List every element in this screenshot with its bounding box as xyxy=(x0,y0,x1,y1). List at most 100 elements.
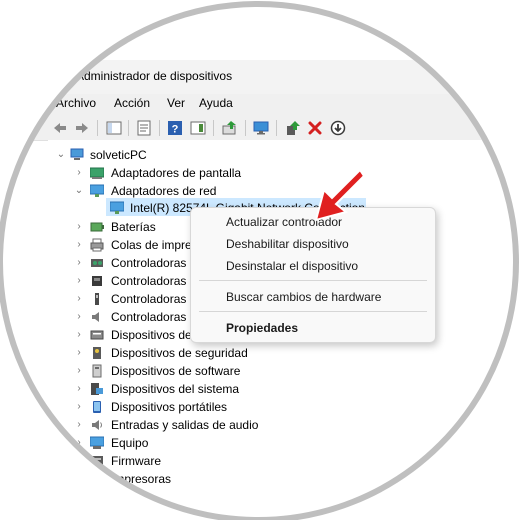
system-device-icon xyxy=(90,382,104,396)
usb-icon xyxy=(90,274,104,288)
toolbar-separator xyxy=(128,120,129,136)
menu-accion[interactable]: Acción xyxy=(114,96,150,110)
chevron-right-icon[interactable]: › xyxy=(74,398,84,416)
tree-item-label: Firmware xyxy=(111,454,161,468)
tree-item[interactable]: › Dispositivos de software xyxy=(74,362,314,380)
computer-icon xyxy=(70,148,84,162)
menu-item-uninstall-device[interactable]: Desinstalar el dispositivo xyxy=(226,259,358,273)
chevron-right-icon[interactable]: › xyxy=(74,308,84,326)
console-view-icon[interactable] xyxy=(190,120,206,136)
menu-archivo[interactable]: Archivo xyxy=(56,96,96,110)
tree-item[interactable]: › Dispositivos de interfaz humana xyxy=(74,326,190,344)
computer-icon xyxy=(89,436,105,450)
network-adapter-icon xyxy=(89,184,105,198)
uninstall-icon[interactable] xyxy=(307,120,323,136)
menu-item-scan-hardware[interactable]: Buscar cambios de hardware xyxy=(226,290,381,304)
chevron-right-icon[interactable]: › xyxy=(74,164,84,182)
toolbar-separator xyxy=(159,120,160,136)
chevron-down-icon[interactable]: ⌄ xyxy=(56,146,66,164)
tree-item-label: Adaptadores de red xyxy=(111,184,217,198)
tree-item-label: Colas de impresión xyxy=(111,238,190,252)
tree-item-label: Entradas y salidas de audio xyxy=(111,418,259,432)
chevron-right-icon[interactable]: › xyxy=(74,380,84,398)
audio-io-icon xyxy=(90,418,104,432)
tree-item-label: Dispositivos de software xyxy=(111,364,241,378)
tree-item-label: Dispositivos de interfaz humana xyxy=(111,328,190,342)
display-adapter-icon xyxy=(89,166,105,180)
security-device-icon xyxy=(90,346,104,360)
scan-hardware-icon[interactable] xyxy=(253,120,269,136)
svg-text:?: ? xyxy=(172,124,179,136)
tree-root[interactable]: ⌄ solveticPC xyxy=(56,146,256,164)
tree-item[interactable]: › Colas de impresión xyxy=(74,236,190,254)
screenshot-stage: Administrador de dispositivos Archivo Ac… xyxy=(0,0,520,520)
software-device-icon xyxy=(90,364,104,378)
back-icon[interactable] xyxy=(52,120,68,136)
toolbar-separator xyxy=(245,120,246,136)
tree-item[interactable]: › Adaptadores de pantalla xyxy=(74,164,314,182)
firmware-icon xyxy=(90,454,104,468)
menu-ayuda[interactable]: Ayuda xyxy=(199,96,233,110)
battery-icon xyxy=(90,220,104,234)
menu-item-properties[interactable]: Propiedades xyxy=(226,321,298,335)
chevron-right-icon[interactable]: › xyxy=(74,236,84,254)
toolbar-separator xyxy=(276,120,277,136)
tree-item-label: Controladoras de bus serie universal xyxy=(111,274,190,288)
tree-item-label: Dispositivos del sistema xyxy=(111,382,240,396)
tree-item-label: Dispositivos de seguridad xyxy=(111,346,248,360)
tree-item-label: Dispositivos portátiles xyxy=(111,400,228,414)
tree-item[interactable]: › Controladoras de audio, vídeo y juegos xyxy=(74,254,190,272)
audio-controller-icon xyxy=(90,256,104,270)
chevron-right-icon[interactable]: › xyxy=(74,452,84,470)
show-hide-tree-icon[interactable] xyxy=(106,120,122,136)
enable-device-icon[interactable] xyxy=(285,120,301,136)
tree-item-label: Controladoras de audio, vídeo y juegos xyxy=(111,256,190,270)
tree-item[interactable]: › Controladoras de almacenamiento xyxy=(74,290,190,308)
chevron-down-icon[interactable]: ⌄ xyxy=(74,182,84,200)
properties-icon[interactable] xyxy=(136,120,152,136)
help-icon[interactable]: ? xyxy=(167,120,183,136)
tree-item-label: Impresoras xyxy=(111,472,172,486)
chevron-right-icon[interactable]: › xyxy=(74,326,84,344)
window-title: Administrador de dispositivos xyxy=(76,69,233,83)
chevron-right-icon[interactable]: › xyxy=(74,416,84,434)
chevron-right-icon[interactable]: › xyxy=(74,470,84,488)
chevron-right-icon[interactable]: › xyxy=(74,434,84,452)
tree-item-label: Baterías xyxy=(111,220,156,234)
tree-item[interactable]: › Controladoras de bus serie universal xyxy=(74,272,190,290)
tree-item[interactable]: › Impresoras xyxy=(74,470,314,488)
menu-item-disable-device[interactable]: Deshabilitar dispositivo xyxy=(226,237,349,251)
chevron-right-icon[interactable]: › xyxy=(74,254,84,272)
chevron-right-icon[interactable]: › xyxy=(74,218,84,236)
hid-icon xyxy=(90,328,104,342)
chevron-right-icon[interactable]: › xyxy=(74,272,84,290)
chevron-right-icon[interactable]: › xyxy=(74,362,84,380)
update-driver-icon[interactable] xyxy=(222,120,238,136)
red-arrow-icon xyxy=(314,168,366,222)
tree-item[interactable]: › Dispositivos del sistema xyxy=(74,380,314,398)
tree-item[interactable]: ⌄ Adaptadores de red xyxy=(74,182,314,200)
context-menu: Actualizar controlador Deshabilitar disp… xyxy=(190,207,436,343)
tree-item-label: Controladoras de almacenamiento xyxy=(111,292,190,306)
tree-item[interactable]: › Equipo xyxy=(74,434,314,452)
menu-ver[interactable]: Ver xyxy=(167,96,185,110)
tree-item[interactable]: › Firmware xyxy=(74,452,314,470)
tree-item[interactable]: › Baterías xyxy=(74,218,194,236)
storage-controller-icon xyxy=(90,292,104,306)
tree-item[interactable]: › Dispositivos portátiles xyxy=(74,398,314,416)
chevron-right-icon[interactable]: › xyxy=(74,344,84,362)
toolbar-separator xyxy=(97,120,98,136)
tree-item[interactable]: › Entradas y salidas de audio xyxy=(74,416,314,434)
printer-queue-icon xyxy=(90,238,104,252)
tree-item[interactable]: › Dispositivos de seguridad xyxy=(74,344,314,362)
menu-separator xyxy=(199,311,427,312)
chevron-right-icon[interactable]: › xyxy=(74,290,84,308)
tree-item[interactable]: › Controladoras de sonido xyxy=(74,308,190,326)
tree-root-label: solveticPC xyxy=(90,148,147,162)
toolbar-separator xyxy=(213,120,214,136)
network-adapter-icon xyxy=(109,201,125,215)
forward-icon[interactable] xyxy=(74,120,90,136)
menu-separator xyxy=(199,280,427,281)
device-manager-window: Administrador de dispositivos Archivo Ac… xyxy=(0,0,520,520)
disable-device-icon[interactable] xyxy=(330,120,346,136)
